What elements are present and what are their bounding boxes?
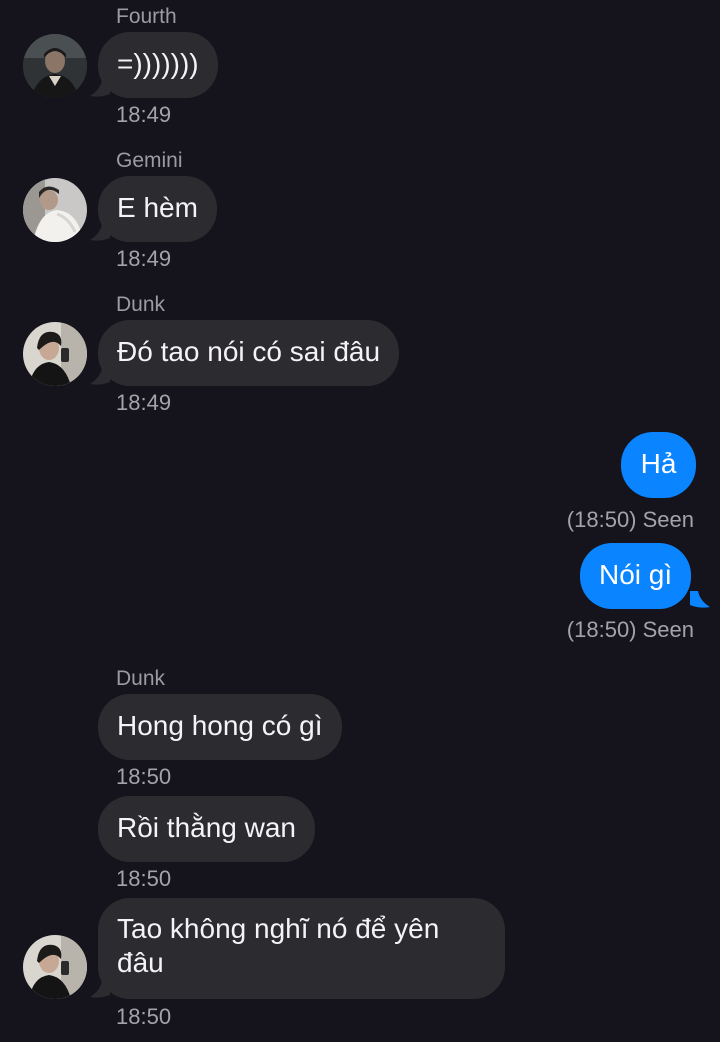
message-time: 18:49 bbox=[116, 102, 172, 127]
avatar[interactable] bbox=[23, 178, 87, 242]
message-bubble[interactable]: Đó tao nói có sai đâu bbox=[98, 320, 400, 386]
outgoing-message-bubble[interactable]: Nói gì bbox=[580, 543, 692, 609]
outgoing-message-bubble[interactable]: Hả bbox=[621, 432, 696, 498]
message-time: 18:49 bbox=[116, 246, 172, 271]
message-time: 18:50 bbox=[116, 866, 172, 891]
avatar[interactable] bbox=[23, 935, 87, 999]
message-text: E hèm bbox=[117, 192, 198, 223]
sender-name: Dunk bbox=[116, 667, 166, 690]
bubble-tail bbox=[90, 224, 110, 241]
avatar[interactable] bbox=[23, 34, 87, 98]
avatar-image bbox=[23, 178, 87, 242]
message-time: 18:50 bbox=[116, 1004, 172, 1029]
bubble-tail bbox=[690, 591, 710, 608]
message-seen-status: (18:50) Seen bbox=[566, 617, 694, 642]
bubble-tail bbox=[90, 981, 110, 998]
message-seen-status: (18:50) Seen bbox=[566, 507, 694, 532]
sender-name: Fourth bbox=[116, 5, 177, 28]
message-time: 18:49 bbox=[116, 390, 172, 415]
message-text: =))))))) bbox=[117, 48, 199, 79]
avatar-image bbox=[23, 935, 87, 999]
message-bubble[interactable]: =))))))) bbox=[98, 32, 218, 98]
message-bubble[interactable]: Rồi thằng wan bbox=[98, 796, 316, 862]
message-text: Nói gì bbox=[599, 559, 673, 590]
message-bubble[interactable]: Tao không nghĩ nó để yên đâu bbox=[98, 898, 505, 999]
bubble-tail bbox=[90, 368, 110, 385]
bubble-tail bbox=[90, 80, 110, 97]
message-time: 18:50 bbox=[116, 764, 172, 789]
message-text: Hong hong có gì bbox=[117, 710, 323, 741]
message-bubble[interactable]: E hèm bbox=[98, 176, 217, 242]
avatar-image bbox=[23, 34, 87, 98]
message-text: Hả bbox=[640, 448, 677, 479]
message-text: Tao không nghĩ nó để yên đâu bbox=[117, 913, 440, 978]
sender-name: Gemini bbox=[116, 149, 183, 172]
avatar[interactable] bbox=[23, 322, 87, 386]
message-bubble[interactable]: Hong hong có gì bbox=[98, 694, 342, 760]
avatar-image bbox=[23, 322, 87, 386]
message-text: Đó tao nói có sai đâu bbox=[117, 336, 381, 367]
message-text: Rồi thằng wan bbox=[117, 812, 297, 843]
sender-name: Dunk bbox=[116, 293, 166, 316]
